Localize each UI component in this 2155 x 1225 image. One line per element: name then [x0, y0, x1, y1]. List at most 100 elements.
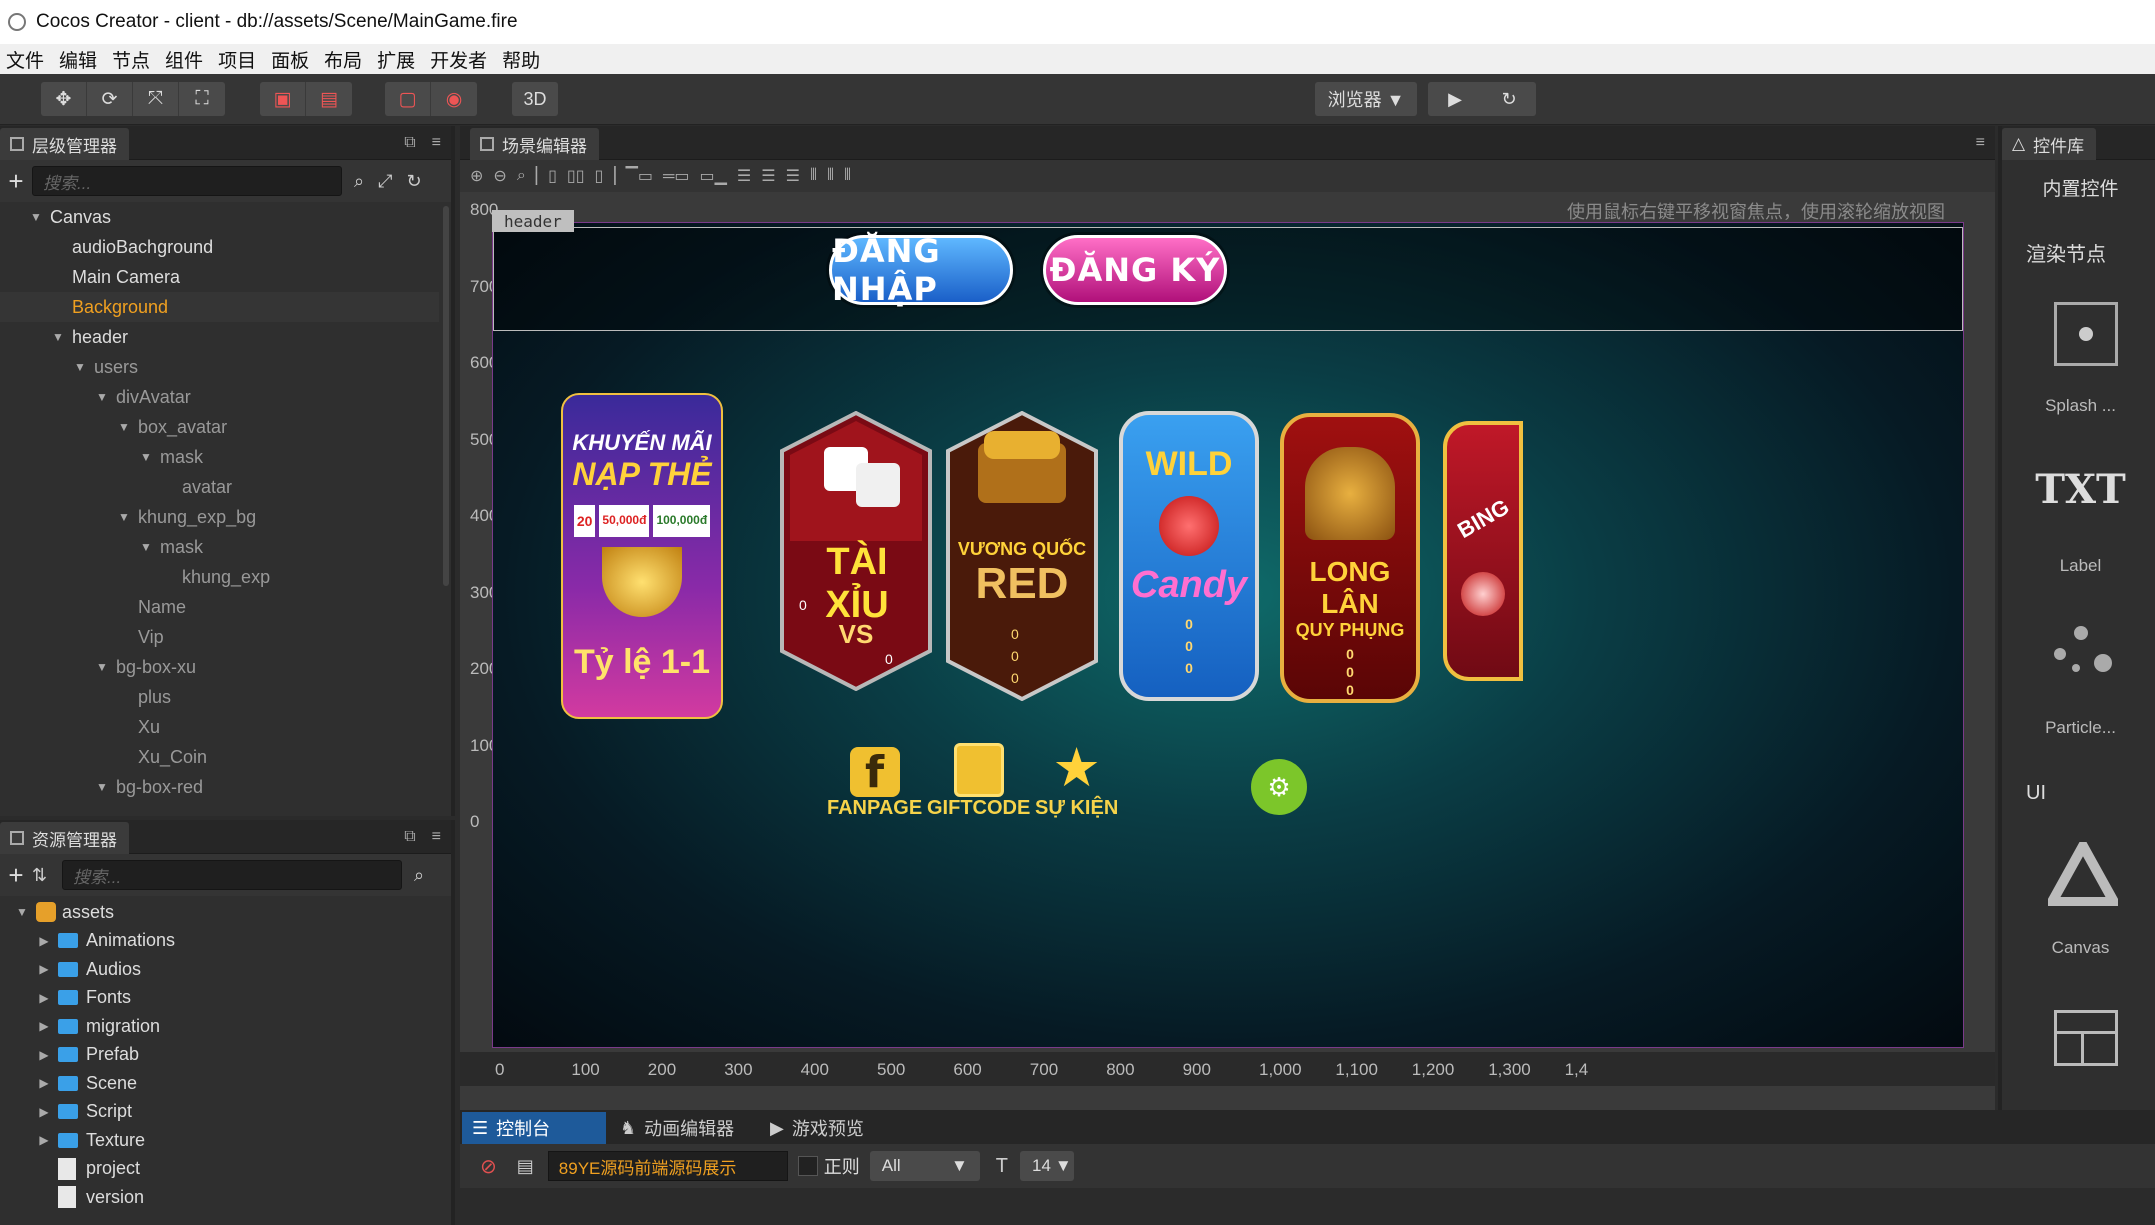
console-filter-input[interactable]: 89YE源码前端源码展示 [547, 1151, 788, 1181]
asset-folder[interactable]: ▶ Texture [0, 1126, 439, 1155]
tree-node[interactable]: Xu_Coin [0, 742, 439, 772]
menu-layout[interactable]: 布局 [318, 46, 371, 73]
align-left-icon[interactable]: ▏▯ [536, 166, 557, 186]
expand-arrow-icon[interactable]: ▼ [116, 420, 132, 434]
search-icon[interactable]: ⌕ [354, 171, 364, 192]
assets-popout-icon[interactable]: ⧉ [404, 828, 415, 846]
align-vcenter-icon[interactable]: ═▭ [663, 166, 689, 186]
menu-component[interactable]: 组件 [159, 46, 212, 73]
refresh-icon[interactable]: ↻ [407, 171, 422, 192]
tab-animation-editor[interactable]: ♞ 动画编辑器 [610, 1112, 744, 1144]
tree-node[interactable]: khung_exp [0, 562, 439, 592]
asset-folder[interactable]: ▶ Scene [0, 1069, 439, 1098]
align-hcenter-icon[interactable]: ▯▯ [567, 166, 585, 186]
widget-canvas-label[interactable]: Canvas [2002, 938, 2155, 958]
distribute-right-icon[interactable]: ⦀ [844, 167, 851, 185]
splash-icon[interactable] [2054, 302, 2118, 366]
tree-node[interactable]: Main Camera [0, 262, 439, 292]
center-icon[interactable]: ▤ [306, 82, 352, 116]
distribute-hcenter-icon[interactable]: ⦀ [827, 167, 834, 185]
hierarchy-search-input[interactable]: 搜索... [32, 166, 342, 196]
add-node-icon[interactable]: + [0, 166, 32, 197]
tree-node[interactable]: avatar [0, 472, 439, 502]
promo-card[interactable]: KHUYẾN MÃI NẠP THẺ 20 50,000đ 100,000đ T… [561, 393, 723, 719]
tree-node[interactable]: ▼ mask [0, 532, 439, 562]
tree-node[interactable]: ▼ box_avatar [0, 412, 439, 442]
tree-node[interactable]: ▼ khung_exp_bg [0, 502, 439, 532]
event-button[interactable]: ★ SỰ KIỆN [1035, 739, 1118, 820]
zoom-in-icon[interactable]: ⊕ [470, 166, 483, 186]
distribute-bottom-icon[interactable]: ☰ [786, 166, 800, 186]
popout-icon[interactable]: ⧉ [404, 134, 415, 152]
expand-arrow-icon[interactable]: ▶ [36, 1048, 52, 1062]
asset-file[interactable]: project [0, 1155, 439, 1184]
align-top-icon[interactable]: ▔▭ [626, 166, 653, 186]
expand-arrow-icon[interactable]: ▼ [138, 540, 154, 554]
login-button[interactable]: ĐĂNG NHẬP [829, 232, 1013, 308]
game-canvas[interactable]: ĐĂNG NHẬP ĐĂNG KÝ KHUYẾN MÃI NẠP THẺ 20 … [492, 222, 1964, 1048]
asset-folder[interactable]: ▶ Animations [0, 927, 439, 956]
tree-node[interactable]: Background [0, 292, 439, 322]
play-button[interactable]: ▶ [1428, 89, 1482, 110]
log-level-select[interactable]: All ▼ [869, 1151, 980, 1181]
tree-node[interactable]: ▼ users [0, 352, 439, 382]
zoom-out-icon[interactable]: ⊖ [493, 166, 506, 186]
move-tool-icon[interactable]: ✥ [41, 82, 87, 116]
tab-widgets[interactable]: △ 控件库 [2002, 128, 2097, 160]
rect-tool-icon[interactable]: ⛶ [179, 82, 225, 116]
tab-scene[interactable]: 场景编辑器 [470, 128, 599, 160]
asset-folder[interactable]: ▶ Prefab [0, 1041, 439, 1070]
pivot-icon[interactable]: ▣ [260, 82, 306, 116]
expand-arrow-icon[interactable]: ▶ [36, 1019, 52, 1033]
rotate-tool-icon[interactable]: ⟳ [87, 82, 133, 116]
expand-arrow-icon[interactable]: ▶ [36, 934, 52, 948]
tree-node[interactable]: ▼ header [0, 322, 439, 352]
giftcode-button[interactable]: GIFTCODE [927, 743, 1030, 820]
refresh-button[interactable]: ↻ [1482, 89, 1536, 110]
clear-icon[interactable]: ⊘ [480, 1154, 497, 1179]
asset-folder[interactable]: ▶ Audios [0, 955, 439, 984]
menu-edit[interactable]: 编辑 [53, 46, 106, 73]
tab-assets[interactable]: 资源管理器 [0, 822, 129, 854]
tree-node[interactable]: plus [0, 682, 439, 712]
expand-arrow-icon[interactable]: ▶ [36, 1105, 52, 1119]
menu-extension[interactable]: 扩展 [371, 46, 424, 73]
expand-icon[interactable]: ⤢ [378, 171, 392, 192]
asset-folder[interactable]: ▶ Script [0, 1098, 439, 1127]
expand-arrow-icon[interactable]: ▼ [72, 360, 88, 374]
tree-node[interactable]: ▼ bg-box-red [0, 772, 439, 802]
sort-icon[interactable]: ⇅ [32, 865, 62, 886]
expand-arrow-icon[interactable]: ▶ [36, 991, 52, 1005]
bingo-game[interactable]: BING [1443, 421, 1523, 681]
tree-node[interactable]: Name [0, 592, 439, 622]
candy-game[interactable]: WILD Candy 0 0 0 [1119, 411, 1259, 701]
asset-folder[interactable]: ▶ migration [0, 1012, 439, 1041]
menu-file[interactable]: 文件 [0, 46, 53, 73]
collapse-icon[interactable]: ▼ [14, 905, 30, 919]
menu-help[interactable]: 帮助 [496, 46, 549, 73]
asset-file[interactable]: version [0, 1183, 439, 1212]
widget-particle-label[interactable]: Particle... [2002, 718, 2155, 738]
assets-search-input[interactable]: 搜索... [62, 860, 402, 890]
expand-arrow-icon[interactable]: ▶ [36, 1076, 52, 1090]
align-bottom-icon[interactable]: ▭▁ [699, 166, 726, 186]
font-size-select[interactable]: 14 ▼ [1020, 1151, 1074, 1181]
longlan-game[interactable]: LONG LÂN QUY PHỤNG 0 0 0 [1280, 413, 1420, 703]
expand-arrow-icon[interactable]: ▶ [36, 1133, 52, 1147]
add-asset-icon[interactable]: + [0, 860, 32, 891]
expand-arrow-icon[interactable]: ▼ [94, 780, 110, 794]
log-file-icon[interactable]: ▤ [517, 1156, 534, 1177]
asset-folder[interactable]: ▶ Fonts [0, 984, 439, 1013]
header-node-box[interactable] [493, 227, 1963, 331]
expand-arrow-icon[interactable]: ▼ [94, 660, 110, 674]
register-button[interactable]: ĐĂNG KÝ [1043, 235, 1227, 305]
local-space-icon[interactable]: ▢ [385, 82, 431, 116]
global-space-icon[interactable]: ◉ [431, 82, 477, 116]
distribute-top-icon[interactable]: ☰ [737, 166, 751, 186]
tree-node[interactable]: ▼ Canvas [0, 202, 439, 232]
menu-panel[interactable]: 面板 [265, 46, 318, 73]
menu-developer[interactable]: 开发者 [424, 46, 496, 73]
tree-node[interactable]: audioBachground [0, 232, 439, 262]
zoom-reset-icon[interactable]: ⌕ [517, 167, 526, 185]
layout-icon[interactable] [2054, 1010, 2118, 1066]
